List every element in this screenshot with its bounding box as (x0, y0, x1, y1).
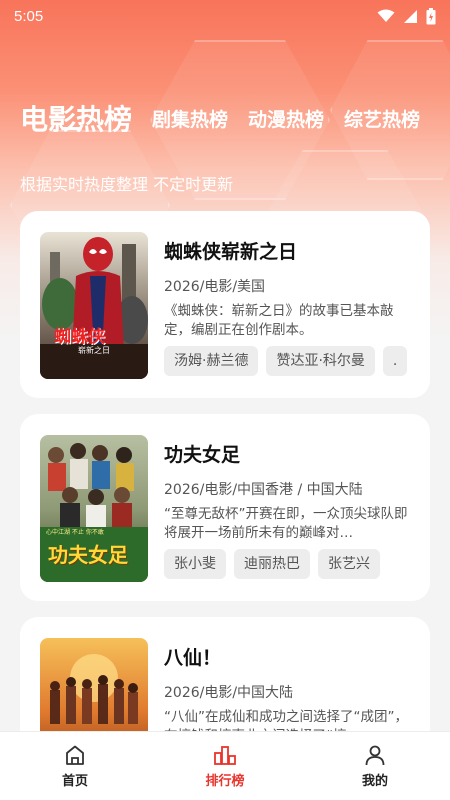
ranking-subtitle: 根据实时热度整理 不定时更新 (20, 175, 234, 194)
active-tab-indicator (62, 127, 82, 130)
movie-card[interactable]: 蜘蛛侠 崭新之日 蜘蛛侠崭新之日 2026/电影/美国 《蜘蛛侠：崭新之日》的故… (20, 211, 430, 398)
category-tabs: 电影热榜 剧集热榜 动漫热榜 综艺热榜 (20, 84, 440, 134)
tab-series[interactable]: 剧集热榜 (152, 111, 228, 134)
tab-anime[interactable]: 动漫热榜 (248, 111, 324, 134)
cast-tag[interactable]: 迪丽热巴 (234, 549, 310, 579)
cast-tag[interactable]: 赞达亚·科尔曼 (266, 346, 375, 376)
home-icon (66, 745, 84, 765)
movie-poster: 心中江湖 不止 你不敢 功夫女足 (40, 435, 148, 582)
cast-tags: 汤姆·赫兰德 赞达亚·科尔曼 . (164, 346, 410, 376)
battery-icon (426, 7, 436, 24)
movie-description: 《蜘蛛侠：崭新之日》的故事已基本敲定，编剧正在创作剧本。 (164, 303, 394, 338)
cast-tag[interactable]: 汤姆·赫兰德 (164, 346, 259, 376)
wifi-icon (377, 9, 395, 22)
nav-home[interactable]: 首页 (0, 732, 150, 800)
cast-tag[interactable]: 张小斐 (164, 549, 226, 579)
nav-home-label: 首页 (61, 774, 88, 789)
status-bar: 5:05 (0, 0, 450, 32)
movie-meta: 2026/电影/美国 (164, 279, 266, 295)
movie-card[interactable]: 心中江湖 不止 你不敢 功夫女足 功夫女足 2026/电影/中国香港 / 中国大… (20, 414, 430, 601)
ranking-list: 蜘蛛侠 崭新之日 蜘蛛侠崭新之日 2026/电影/美国 《蜘蛛侠：崭新之日》的故… (20, 211, 430, 800)
movie-description: “至尊无敌杯”开赛在即，一众顶尖球队即将展开一场前所未有的巅峰对… (164, 506, 408, 541)
poster-title-text: 蜘蛛侠 (54, 327, 105, 347)
profile-icon (365, 745, 385, 766)
bottom-navigation: 首页 排行榜 我的 (0, 731, 450, 800)
movie-info: 蜘蛛侠崭新之日 2026/电影/美国 《蜘蛛侠：崭新之日》的故事已基本敲定，编剧… (164, 237, 410, 376)
ranking-screen: 5:05 电影热榜 剧集热榜 动漫热榜 综艺热榜 根据实时热度整理 不定时更新 (0, 0, 450, 800)
poster-subtitle-text: 崭新之日 (78, 346, 110, 355)
nav-ranking[interactable]: 排行榜 (150, 732, 300, 800)
movie-title: 功夫女足 (164, 444, 241, 466)
poster-title-text: 功夫女足 (48, 543, 128, 567)
signal-icon (404, 9, 417, 23)
tab-variety[interactable]: 综艺热榜 (344, 111, 420, 134)
poster-tagline-text: 心中江湖 不止 你不敢 (46, 529, 104, 536)
status-time: 5:05 (14, 7, 44, 25)
status-icons (377, 7, 436, 25)
movie-title: 蜘蛛侠崭新之日 (164, 241, 298, 263)
cast-tag[interactable]: 张艺兴 (318, 549, 380, 579)
movie-meta: 2026/电影/中国香港 / 中国大陆 (164, 482, 363, 498)
nav-profile[interactable]: 我的 (300, 732, 450, 800)
movie-info: 功夫女足 2026/电影/中国香港 / 中国大陆 “至尊无敌杯”开赛在即，一众顶… (164, 440, 410, 579)
movie-title: 八仙！ (164, 647, 222, 669)
cast-tag[interactable]: . (382, 346, 408, 376)
nav-profile-label: 我的 (361, 774, 388, 789)
ranking-icon (214, 746, 236, 765)
nav-ranking-label: 排行榜 (205, 774, 245, 789)
movie-meta: 2026/电影/中国大陆 (164, 685, 294, 701)
cast-tags: 张小斐 迪丽热巴 张艺兴 (164, 549, 410, 579)
movie-poster: 蜘蛛侠 崭新之日 (40, 232, 148, 379)
